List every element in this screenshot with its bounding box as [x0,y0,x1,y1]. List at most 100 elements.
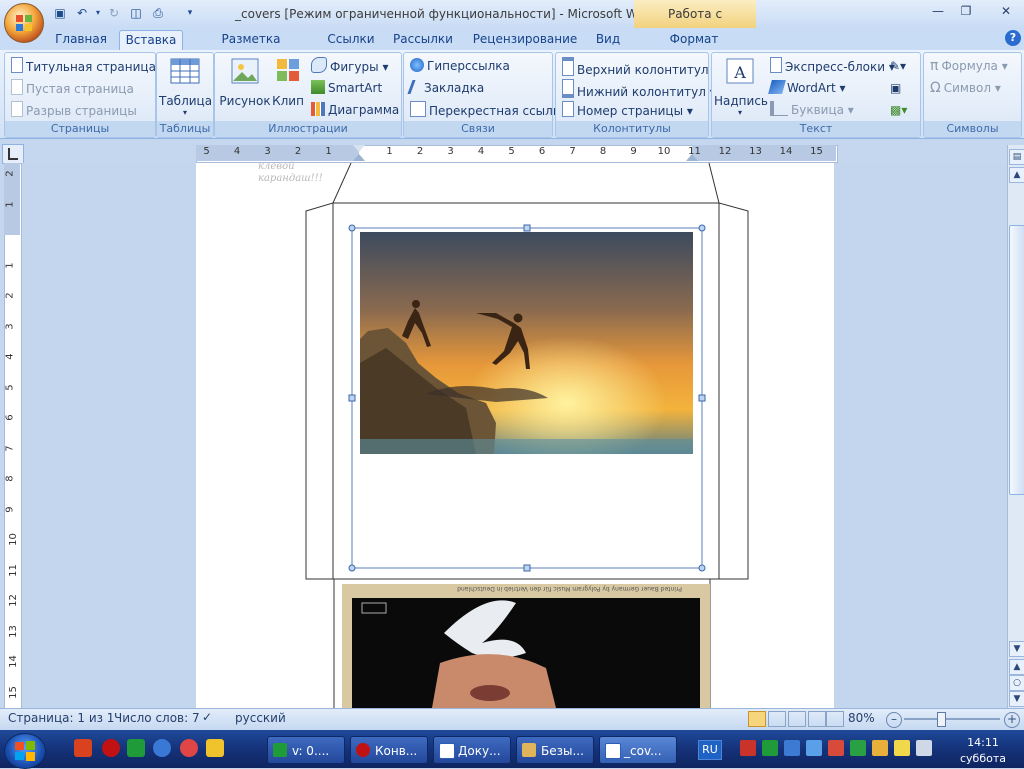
taskbar-item-word-doc[interactable]: Доку... [433,736,511,764]
full-screen-reading-icon[interactable] [768,711,786,727]
object-icon[interactable]: ▩▾ [890,101,907,119]
bookmark-button[interactable]: Закладка [407,79,484,97]
save-icon[interactable]: ▣ [52,5,68,21]
zoom-out-icon[interactable]: – [886,712,902,728]
textbox-button[interactable]: A Надпись ▾ [714,57,768,117]
taskbar-item-paint[interactable]: Безы... [516,736,594,764]
undo-dropdown-icon[interactable]: ▾ [90,5,106,21]
keyboard-language[interactable]: RU [698,740,722,760]
undo-icon[interactable]: ↶ [74,5,90,21]
page-number-button[interactable]: Номер страницы ▾ [562,101,693,119]
quick-parts-button[interactable]: Экспресс-блоки ▾ [770,57,895,75]
signature-line-icon[interactable]: ✎▾ [890,57,906,75]
cd-cover-image[interactable] [342,584,710,708]
page-break-button[interactable]: Разрыв страницы [11,101,137,119]
quicklaunch-media-icon[interactable] [153,739,171,757]
left-indent-marker[interactable] [353,154,365,161]
tray-network-icon[interactable] [784,740,800,756]
tab-view[interactable]: Вид [590,30,626,50]
header-button[interactable]: Верхний колонтитул ▾ [562,57,718,77]
taskbar-item-utorrent[interactable]: v: 0.... [267,736,345,764]
vertical-scrollbar[interactable]: ▤ ▲ ▼ ▲ ○ ▼ [1007,145,1024,708]
zoom-slider-track[interactable] [904,718,1000,720]
taskbar-item-covers[interactable]: _cov... [599,736,677,764]
print-layout-view-icon[interactable] [748,711,766,727]
quicklaunch-app5-icon[interactable] [180,739,198,757]
wordart-icon [768,80,786,94]
tab-page-layout[interactable]: Разметка страницы [190,30,312,64]
table-button[interactable]: Таблица ▾ [159,57,212,117]
picture-button[interactable]: Рисунок [219,57,271,108]
tray-utorrent-icon[interactable] [762,740,778,756]
group-links: Гиперссылка Закладка Перекрестная ссылка… [403,52,567,138]
tab-insert[interactable]: Вставка [119,30,183,51]
tray-app7-icon[interactable] [872,740,888,756]
ruler-toggle-icon[interactable]: ▤ [1009,149,1024,165]
tab-format[interactable]: Формат [654,30,734,50]
language-indicator[interactable]: русский [235,711,286,725]
smartart-button[interactable]: SmartArt [311,79,382,97]
zoom-level[interactable]: 80% [848,711,875,725]
web-layout-icon[interactable] [788,711,806,727]
close-icon[interactable]: ✕ [994,2,1018,20]
quicklaunch-opera-icon[interactable] [102,739,120,757]
tray-app1-icon[interactable] [740,740,756,756]
previous-page-icon[interactable]: ▲ [1009,659,1024,675]
outline-view-icon[interactable] [808,711,826,727]
system-clock[interactable]: 14:11 суббота [944,735,1022,767]
page-count[interactable]: Страница: 1 из 1 [8,711,114,725]
first-line-indent-marker[interactable] [353,145,365,152]
print-icon[interactable]: ⎙ [150,5,166,21]
quicklaunch-utorrent-icon[interactable] [127,739,145,757]
word-count[interactable]: Число слов: 7 [114,711,200,725]
restore-icon[interactable]: ❐ [954,2,978,20]
tab-mailings[interactable]: Рассылки [390,30,456,50]
quicklaunch-app1-icon[interactable] [74,739,92,757]
tab-selector[interactable] [2,144,24,164]
footer-button[interactable]: Нижний колонтитул ▾ [562,79,716,99]
tray-app6-icon[interactable] [850,740,866,756]
cross-reference-button[interactable]: Перекрестная ссылка [410,101,567,119]
draft-view-icon[interactable] [826,711,844,727]
cover-page-button[interactable]: Титульная страница ▾ [11,57,166,75]
wordart-button[interactable]: WordArt ▾ [768,79,846,97]
scroll-up-icon[interactable]: ▲ [1009,167,1024,183]
clip-button[interactable]: Клип [271,57,305,108]
tray-volume-icon[interactable] [916,740,932,756]
customize-qat-icon[interactable]: ▾ [182,5,198,21]
tray-app8-icon[interactable] [894,740,910,756]
tray-monitor-icon[interactable] [806,740,822,756]
scroll-thumb[interactable] [1009,225,1024,495]
minimize-icon[interactable]: — [926,2,950,20]
office-button[interactable] [4,3,44,43]
start-button[interactable] [4,733,46,769]
drop-cap-button[interactable]: Буквица ▾ [770,101,854,119]
symbol-button[interactable]: Ω Символ ▾ [930,79,1001,97]
taskbar-item-opera[interactable]: Конв... [350,736,428,764]
browse-object-icon[interactable]: ○ [1009,675,1024,691]
ruler-tick-label: 10 [657,146,671,157]
document-page[interactable]: клевой карандаш!!! Printed Bauer Germany… [196,161,834,708]
tray-app5-icon[interactable] [828,740,844,756]
equation-button[interactable]: π Формула ▾ [930,57,1008,75]
zoom-in-icon[interactable]: + [1004,712,1020,728]
quicklaunch-app6-icon[interactable] [206,739,224,757]
cliff-jumpers-photo[interactable] [360,232,693,454]
tab-review[interactable]: Рецензирование [468,30,582,50]
tab-references[interactable]: Ссылки [322,30,380,50]
proofing-icon[interactable]: ✓ [202,710,212,724]
shapes-button[interactable]: Фигуры ▾ [311,57,388,75]
hyperlink-button[interactable]: Гиперссылка [410,57,510,75]
next-page-icon[interactable]: ▼ [1009,691,1024,707]
chart-button[interactable]: Диаграмма [311,101,399,119]
date-time-icon[interactable]: ▣ [890,79,901,97]
blank-page-button[interactable]: Пустая страница [11,79,134,97]
scroll-down-icon[interactable]: ▼ [1009,641,1024,657]
zoom-slider-thumb[interactable] [937,712,946,727]
redo-icon[interactable]: ↻ [106,5,122,21]
tab-home[interactable]: Главная [50,30,112,50]
print-preview-icon[interactable]: ◫ [128,5,144,21]
right-indent-marker[interactable] [686,154,698,161]
help-icon[interactable]: ? [1005,30,1021,46]
bookmark-icon [407,80,424,94]
